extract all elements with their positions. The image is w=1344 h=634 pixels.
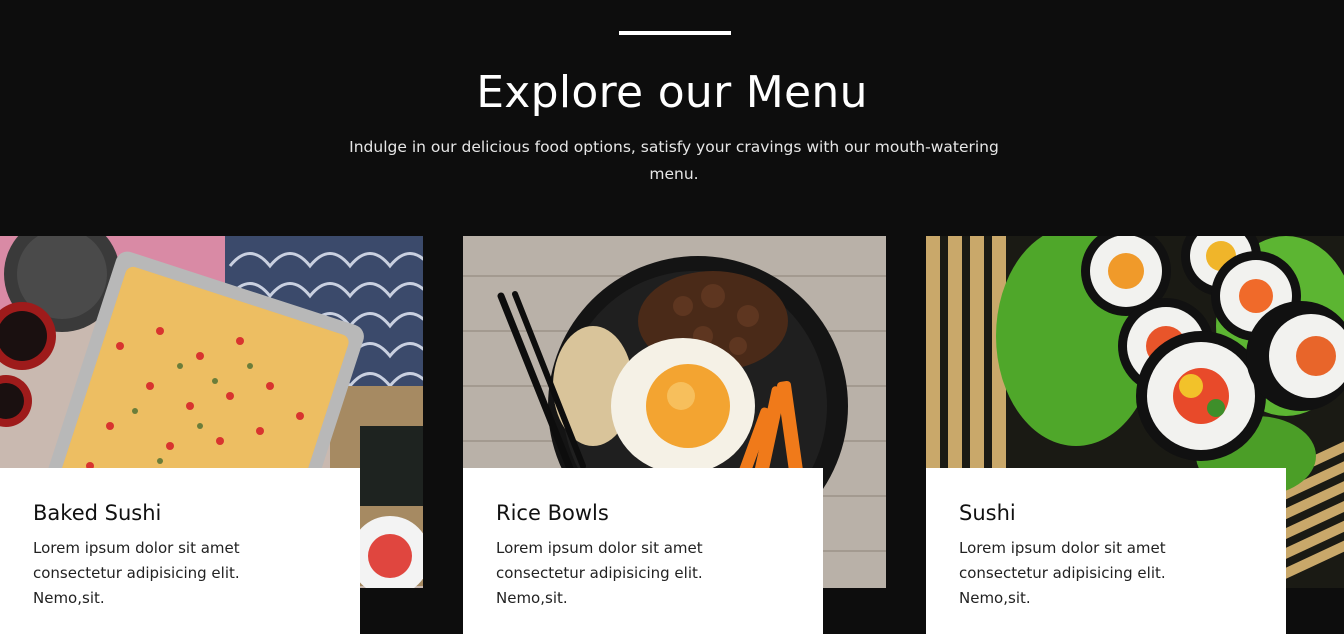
menu-card-title[interactable]: Sushi — [959, 498, 1253, 528]
menu-card-title[interactable]: Rice Bowls — [496, 498, 790, 528]
menu-card-description: Lorem ipsum dolor sit amet consectetur a… — [959, 539, 1166, 607]
menu-card-description: Lorem ipsum dolor sit amet consectetur a… — [33, 539, 240, 607]
menu-section: Explore our Menu Indulge in our deliciou… — [0, 0, 1344, 634]
menu-card-content: Rice Bowls Lorem ipsum dolor sit amet co… — [463, 468, 823, 634]
menu-card-description: Lorem ipsum dolor sit amet consectetur a… — [496, 539, 703, 607]
menu-card-baked-sushi[interactable]: Baked Sushi Lorem ipsum dolor sit amet c… — [0, 236, 423, 634]
menu-card-rice-bowls[interactable]: Rice Bowls Lorem ipsum dolor sit amet co… — [463, 236, 886, 634]
section-title: Explore our Menu — [476, 67, 868, 118]
menu-card-content: Sushi Lorem ipsum dolor sit amet consect… — [926, 468, 1286, 634]
menu-card-title[interactable]: Baked Sushi — [33, 498, 327, 528]
menu-card-content: Baked Sushi Lorem ipsum dolor sit amet c… — [0, 468, 360, 634]
menu-card-sushi[interactable]: Sushi Lorem ipsum dolor sit amet consect… — [926, 236, 1344, 634]
section-subtitle: Indulge in our delicious food options, s… — [349, 138, 999, 183]
section-divider — [619, 31, 731, 35]
